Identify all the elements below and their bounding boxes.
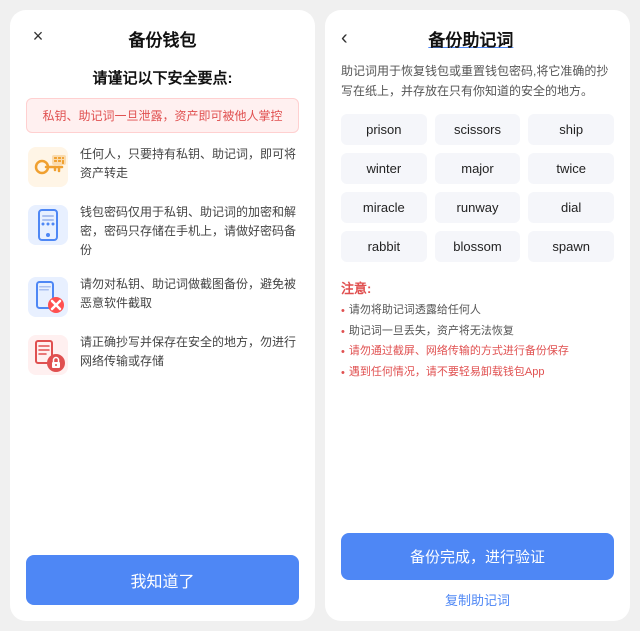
mnemonic-word: winter	[341, 153, 427, 184]
warning-bar: 私钥、助记词一旦泄露，资产即可被他人掌控	[26, 98, 299, 133]
location-icon	[26, 333, 70, 377]
security-items-list: 任何人，只要持有私钥、助记词，即可将资产转走	[10, 145, 315, 543]
left-panel: × 备份钱包 请谨记以下安全要点: 私钥、助记词一旦泄露，资产即可被他人掌控	[10, 10, 315, 621]
notes-dot: •	[341, 302, 345, 322]
right-panel-title: 备份助记词	[356, 26, 586, 51]
security-note-title: 请谨记以下安全要点:	[10, 63, 315, 98]
back-button[interactable]: ‹	[341, 27, 348, 50]
security-item-text-key: 任何人，只要持有私钥、助记词，即可将资产转走	[80, 145, 299, 183]
left-panel-title: 备份钱包	[129, 26, 197, 51]
notes-dot: •	[341, 343, 345, 363]
notes-item-text: 助记词一旦丢失，资产将无法恢复	[349, 322, 514, 341]
mnemonic-word: miracle	[341, 192, 427, 223]
key-icon	[26, 145, 70, 189]
mnemonic-word: spawn	[528, 231, 614, 262]
backup-done-button[interactable]: 备份完成，进行验证	[341, 533, 614, 580]
mnemonic-word: prison	[341, 114, 427, 145]
left-header: × 备份钱包	[10, 10, 315, 63]
notes-item: •助记词一旦丢失，资产将无法恢复	[341, 322, 614, 343]
mnemonic-word: blossom	[435, 231, 521, 262]
notes-dot: •	[341, 323, 345, 343]
security-item-text-location: 请正确抄写并保存在安全的地方，勿进行网络传输或存储	[80, 333, 299, 371]
mnemonic-word: major	[435, 153, 521, 184]
right-panel: ‹ 备份助记词 助记词用于恢复钱包或重置钱包密码,将它准确的抄写在纸上，并存放在…	[325, 10, 630, 621]
security-item-screenshot: 请勿对私钥、助记词做截图备份，避免被恶意软件截取	[26, 275, 299, 319]
screenshot-icon	[26, 275, 70, 319]
notes-title: 注意:	[341, 278, 614, 297]
mnemonic-word: twice	[528, 153, 614, 184]
right-header: ‹ 备份助记词	[325, 10, 630, 61]
mnemonic-word: runway	[435, 192, 521, 223]
security-item-phone: 钱包密码仅用于私钥、助记词的加密和解密，密码只存储在手机上，请做好密码备份	[26, 203, 299, 261]
notes-item-text: 请勿将助记词透露给任何人	[349, 301, 481, 320]
right-description: 助记词用于恢复钱包或重置钱包密码,将它准确的抄写在纸上，并存放在只有你知道的安全…	[325, 61, 630, 114]
phone-icon	[26, 203, 70, 247]
close-button[interactable]: ×	[26, 24, 50, 48]
notes-item: •请勿将助记词透露给任何人	[341, 301, 614, 322]
notes-section: 注意: •请勿将助记词透露给任何人•助记词一旦丢失，资产将无法恢复•请勿通过截屏…	[325, 274, 630, 394]
confirm-button[interactable]: 我知道了	[26, 555, 299, 605]
security-item-location: 请正确抄写并保存在安全的地方，勿进行网络传输或存储	[26, 333, 299, 377]
security-item-key: 任何人，只要持有私钥、助记词，即可将资产转走	[26, 145, 299, 189]
mnemonic-word: ship	[528, 114, 614, 145]
notes-item: •请勿通过截屏、网络传输的方式进行备份保存	[341, 342, 614, 363]
mnemonic-word: rabbit	[341, 231, 427, 262]
notes-item-text: 请勿通过截屏、网络传输的方式进行备份保存	[349, 342, 569, 361]
notes-dot: •	[341, 364, 345, 384]
right-footer: 备份完成，进行验证 复制助记词	[325, 525, 630, 621]
security-item-text-phone: 钱包密码仅用于私钥、助记词的加密和解密，密码只存储在手机上，请做好密码备份	[80, 203, 299, 261]
notes-item: •遇到任何情况，请不要轻易卸载钱包App	[341, 363, 614, 384]
notes-item-text: 遇到任何情况，请不要轻易卸载钱包App	[349, 363, 545, 382]
mnemonic-grid: prison scissorsship winter majortwice miracl…	[325, 114, 630, 274]
security-item-text-screenshot: 请勿对私钥、助记词做截图备份，避免被恶意软件截取	[80, 275, 299, 313]
mnemonic-word: scissors	[435, 114, 521, 145]
copy-mnemonic-link[interactable]: 复制助记词	[341, 590, 614, 609]
left-footer: 我知道了	[10, 543, 315, 621]
mnemonic-word: dial	[528, 192, 614, 223]
